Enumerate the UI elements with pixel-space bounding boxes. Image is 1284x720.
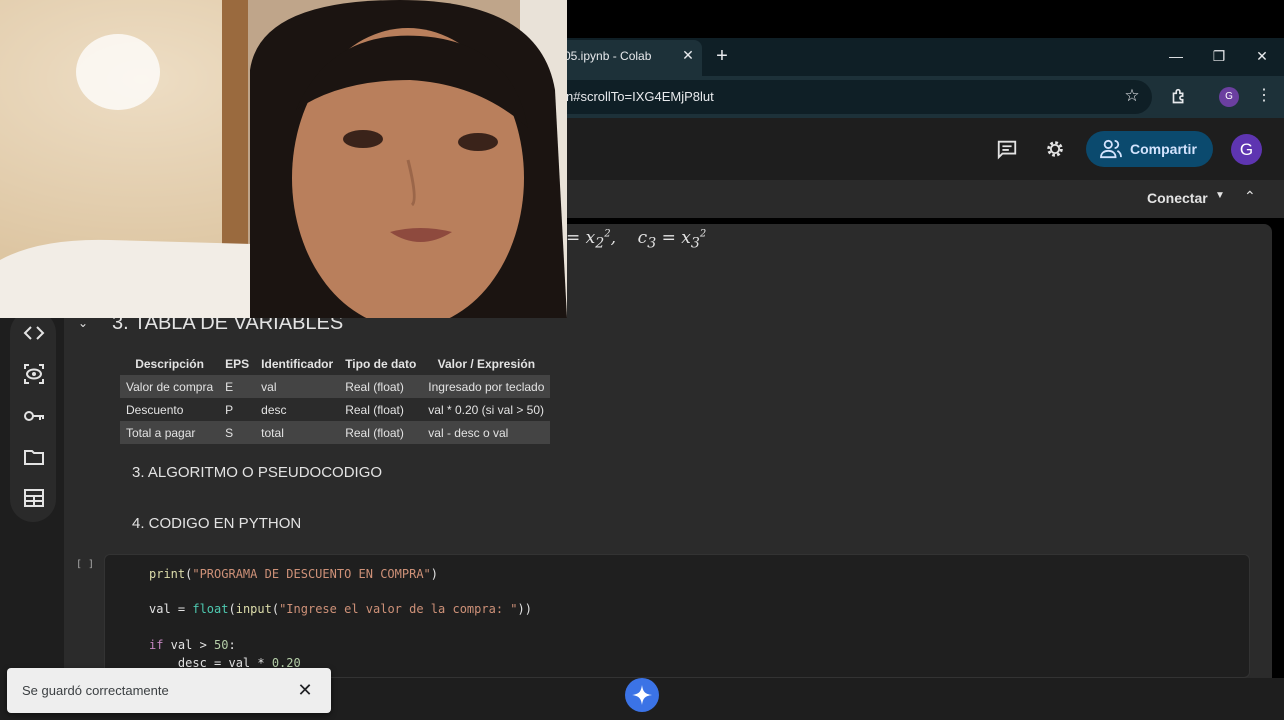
col-header: Valor / Expresión	[437, 356, 536, 371]
code-token: "PROGRAMA DE DESCUENTO EN COMPRA"	[192, 567, 431, 581]
browser-menu-icon[interactable]: ⋮	[1256, 84, 1272, 108]
table-cell: val	[255, 375, 340, 398]
code-snippets-icon[interactable]	[22, 321, 46, 345]
bookmark-star-icon[interactable]: ☆	[1122, 86, 1142, 106]
key-icon[interactable]	[22, 404, 46, 428]
connect-dropdown-icon[interactable]: ▼	[1215, 190, 1225, 201]
table-cell: E	[219, 375, 256, 398]
save-toast: Se guardó correctamente ✕	[7, 668, 331, 713]
tab-close-icon[interactable]: ✕	[680, 46, 696, 64]
code-token: "Ingrese el valor de la compra: "	[279, 602, 518, 616]
minimize-button[interactable]: —	[1165, 46, 1187, 66]
sparkle-icon	[632, 685, 652, 705]
math-fragment: = x22, c3 = x32	[566, 228, 707, 252]
code-cell[interactable]: print("PROGRAMA DE DESCUENTO EN COMPRA")…	[104, 554, 1250, 678]
table-row: Total a pagar S total Real (float) val -…	[120, 421, 551, 444]
code-token: :	[228, 638, 236, 652]
table-icon[interactable]	[22, 486, 46, 510]
table-cell: S	[219, 421, 256, 444]
table-row: Descuento P desc Real (float) val * 0.20…	[120, 398, 550, 421]
math-formula: = x22, c3 = x32	[566, 228, 706, 251]
toast-message: Se guardó correctamente	[22, 683, 169, 698]
webcam-overlay	[0, 0, 567, 318]
table-cell: Valor de compra	[120, 375, 220, 398]
table-cell: P	[225, 402, 234, 417]
col-header: EPS	[225, 356, 250, 371]
col-header: Identificador	[261, 356, 334, 371]
gemini-button[interactable]	[625, 678, 659, 712]
toast-close-icon[interactable]: ✕	[295, 680, 315, 700]
code-line: print("PROGRAMA DE DESCUENTO EN COMPRA")	[149, 567, 439, 581]
url-text[interactable]: n#scrollTo=IXG4EMjP8lut	[566, 89, 714, 104]
share-button[interactable]: Compartir	[1086, 131, 1213, 167]
restore-button[interactable]: ❐	[1208, 46, 1230, 66]
code-token: print	[149, 567, 186, 581]
share-label: Compartir	[1130, 141, 1197, 157]
table-cell: Ingresado por teclado	[422, 375, 551, 398]
browser-profile-avatar[interactable]: G	[1219, 87, 1239, 107]
tab-title: 05.ipynb - Colab	[564, 49, 652, 63]
code-token: val >	[163, 638, 215, 652]
code-token: val =	[149, 602, 193, 616]
table-cell: val - desc o val	[422, 421, 551, 444]
table-cell: Real (float)	[345, 402, 404, 417]
algorithm-heading: 3. ALGORITMO O PSEUDOCODIGO	[132, 464, 383, 481]
gear-icon[interactable]	[1044, 138, 1066, 160]
section-collapse-icon[interactable]: ⌄	[78, 316, 88, 330]
table-cell: total	[255, 421, 340, 444]
run-cell-button[interactable]: [ ]	[76, 559, 94, 570]
variables-inspector-icon[interactable]	[22, 362, 46, 386]
code-token: if	[149, 638, 164, 652]
extensions-puzzle-icon[interactable]	[1168, 86, 1190, 108]
code-line: if val > 50:	[149, 638, 236, 652]
comment-icon[interactable]	[996, 138, 1018, 160]
collapse-toolbar-icon[interactable]: ⌃	[1244, 188, 1256, 205]
table-row: Valor de compra E val Real (float) Ingre…	[120, 375, 551, 398]
col-header: Descripción	[135, 356, 204, 371]
table-cell: desc	[261, 402, 287, 417]
code-token: input	[235, 602, 272, 616]
code-heading: 4. CODIGO EN PYTHON	[132, 515, 302, 532]
code-line: val = float(input("Ingrese el valor de l…	[149, 602, 532, 616]
new-tab-button[interactable]: +	[712, 45, 732, 67]
table-cell: Real (float)	[339, 375, 423, 398]
table-cell: Real (float)	[339, 421, 423, 444]
code-token: 50	[214, 638, 229, 652]
webcam-feed-image	[0, 0, 567, 318]
table-cell: Total a pagar	[120, 421, 220, 444]
people-icon	[1100, 139, 1122, 159]
close-window-button[interactable]: ✕	[1251, 46, 1273, 66]
code-token: float	[192, 602, 229, 616]
variables-table: Descripción EPS Identificador Tipo de da…	[120, 352, 551, 444]
folder-icon[interactable]	[22, 445, 46, 469]
connect-button[interactable]: Conectar	[1147, 190, 1208, 206]
col-header: Tipo de dato	[345, 356, 417, 371]
table-cell: Descuento	[126, 402, 184, 417]
table-cell: val * 0.20 (si val > 50)	[428, 402, 545, 417]
avatar[interactable]: G	[1231, 134, 1262, 165]
table-header-row: Descripción EPS Identificador Tipo de da…	[120, 352, 550, 375]
